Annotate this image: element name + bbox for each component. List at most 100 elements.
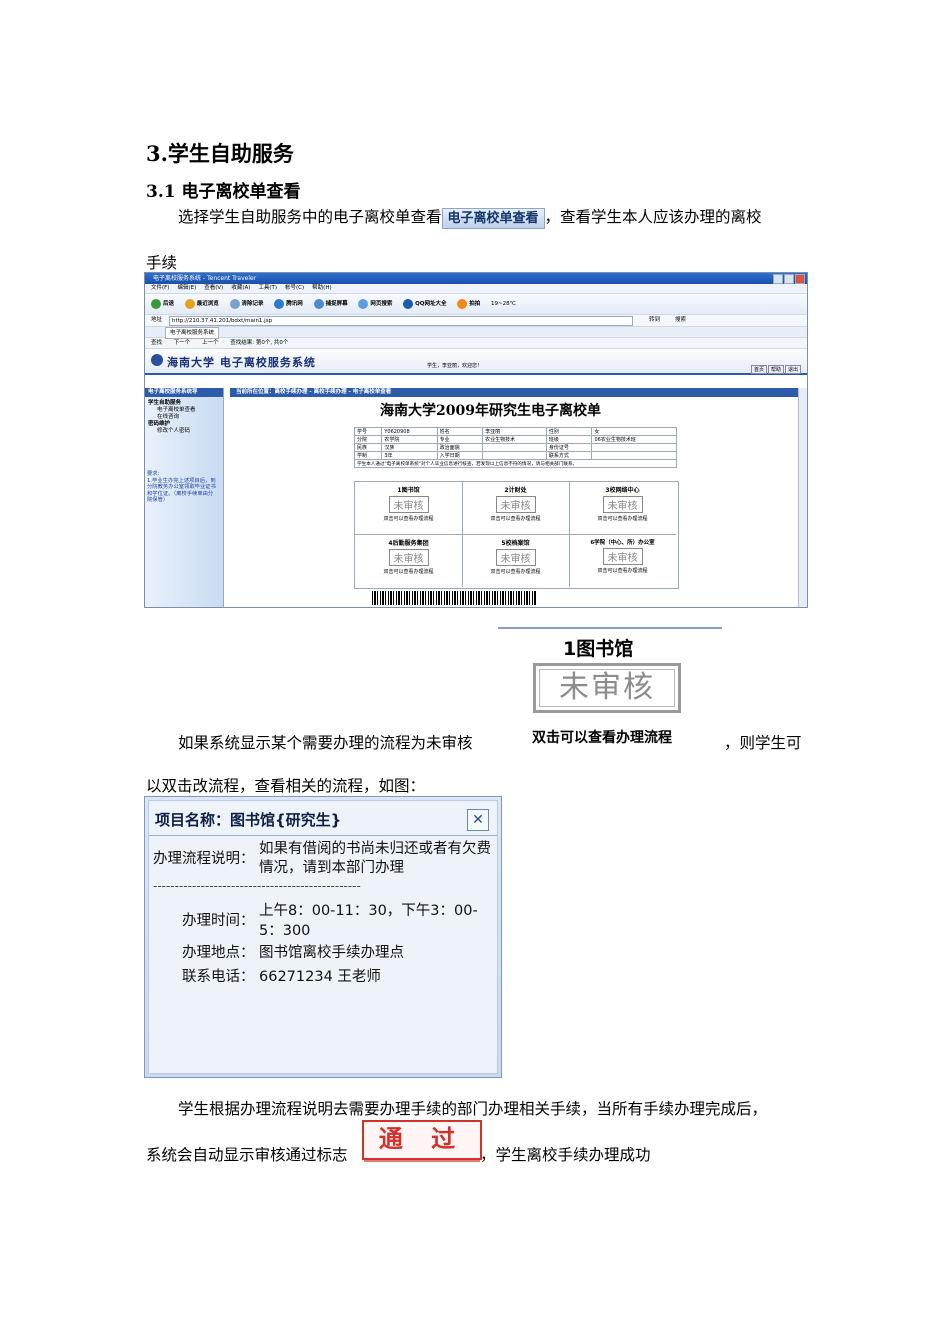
recent-button[interactable]: 最近浏览	[184, 298, 219, 309]
place-label: 办理地点：	[182, 945, 255, 961]
dept-cell-3[interactable]: 3校网络中心 未审核 双击可以查看办理流程	[569, 482, 676, 535]
dept-cell-4[interactable]: 4后勤服务集团 未审核 双击可以查看办理流程	[355, 535, 463, 587]
separator-line: ----------------------------------------…	[153, 879, 361, 893]
desc-label: 办理流程说明：	[153, 851, 255, 867]
site-nav: 首页 帮助 退出	[750, 365, 801, 374]
close-icon[interactable]	[795, 274, 805, 284]
find-label[interactable]: 查找	[151, 340, 162, 346]
table-row: 学制 3年 入学日期 联系方式	[353, 451, 677, 460]
dept-cell-2[interactable]: 2计财处 未审核 双击可以查看办理流程	[462, 482, 570, 535]
qq-site-button[interactable]: 腾讯网	[274, 298, 303, 309]
desc-line2: 情况，请到本部门办理	[259, 860, 404, 876]
menu-help[interactable]: 帮助(H)	[312, 285, 331, 291]
window-title: 电子离校服务系统 - Tencent Traveler	[153, 275, 257, 282]
site-name: 海南大学 电子离校服务系统	[167, 356, 316, 369]
find-prev-button[interactable]: 上一个	[202, 340, 219, 346]
para1-line1: 选择学生自助服务中的电子离校单查看 电子离校单查看 ，查看学生本人应该办理的离校	[178, 207, 762, 229]
time-label: 办理时间：	[182, 913, 255, 929]
back-arrow-icon	[151, 298, 161, 309]
sidebar-group-self-service[interactable]: 学生自助服务	[145, 400, 223, 407]
sidebar-item-eleave-view[interactable]: 电子离校单查看	[145, 407, 223, 414]
paipai-button[interactable]: 拍拍	[457, 298, 480, 309]
para1-text-after: ，查看学生本人应该办理的离校	[544, 208, 762, 226]
section-heading: 3.学生自助服务	[146, 141, 294, 166]
minimize-icon[interactable]	[773, 274, 783, 284]
find-bar: 查找 下一个 上一个 查找结果: 第0个, 共0个	[145, 338, 807, 349]
site-header: 海南大学 电子离校服务系统 学生，李亚丽，欢迎您！ 首页 帮助 退出	[145, 349, 807, 375]
para3-before: 系统会自动显示审核通过标志	[146, 1146, 348, 1164]
breadcrumb: 当前所在位置：离校手续办理 - 离校手续办理 - 电子离校单查看	[230, 388, 800, 397]
para2-line2: 以双击改流程，查看相关的流程，如图：	[146, 777, 426, 795]
sidebar-title: 电子离校服务系统导	[145, 388, 223, 397]
nav-help[interactable]: 帮助	[767, 365, 784, 374]
qq-icon	[274, 298, 285, 309]
sidebar-item-consult[interactable]: 在线咨询	[145, 414, 223, 421]
status-stamp: 未审核	[495, 496, 536, 513]
nav-logout[interactable]: 退出	[784, 365, 801, 374]
status-stamp: 未审核	[602, 548, 643, 565]
find-result: 查找结果: 第0个, 共0个	[230, 340, 289, 346]
unreviewed-stamp: 未审核	[533, 663, 681, 713]
close-icon[interactable]: ✕	[467, 809, 489, 831]
table-row: 学生本人通过"电子离校单系统"对个人毕业信息进行核查，若发现以上信息不符的情况，…	[354, 459, 677, 468]
status-stamp: 未审核	[388, 549, 429, 566]
tab-bar: 电子离校服务系统	[145, 327, 807, 339]
dept-cell-1[interactable]: 1图书馆 未审核 双击可以查看办理流程	[355, 482, 463, 535]
table-row: 学号 Y0620908 姓名 李亚丽 性别女	[353, 427, 677, 436]
form-title: 海南大学2009年研究生电子离校单	[380, 403, 601, 419]
para2-after: ，则学生可	[724, 734, 802, 752]
table-row: 分院 农学院 专业 农业生物技术 班级 06农业生物技术班	[353, 435, 677, 444]
dept-cell-5[interactable]: 5校档案馆 未审核 双击可以查看办理流程	[462, 535, 570, 587]
time-line2: 5：300	[259, 923, 311, 939]
back-button[interactable]: 后退	[151, 298, 174, 309]
find-next-button[interactable]: 下一个	[174, 340, 191, 346]
menu-account[interactable]: 帐号(C)	[285, 285, 304, 291]
window-titlebar: 电子离校服务系统 - Tencent Traveler	[145, 273, 807, 284]
address-label: 地址	[151, 317, 163, 323]
search-label[interactable]: 搜索	[675, 315, 686, 326]
url-directory-button[interactable]: QQ网址大全	[403, 298, 446, 309]
phone-value: 66271234 王老师	[259, 969, 381, 985]
browser-toolbar: 后退 最近浏览 清除记录 腾讯网 捕捉屏幕 网页搜索 QQ网址大全 拍拍 19~…	[145, 294, 807, 315]
divider	[498, 627, 722, 629]
library-note: 双击可以查看办理流程	[532, 730, 672, 746]
phone-label: 联系电话：	[182, 969, 255, 985]
maximize-icon[interactable]	[784, 274, 794, 284]
menu-bar: 文件(F) 编辑(E) 查看(V) 收藏(A) 工具(T) 帐号(C) 帮助(H)	[145, 284, 807, 294]
page-scrollbar[interactable]	[798, 388, 807, 607]
weather-widget[interactable]: 19~28℃	[491, 301, 516, 307]
nav-home[interactable]: 首页	[750, 365, 767, 374]
desc-line1: 如果有借阅的书尚未归还或者有欠费	[259, 841, 491, 857]
dept-cell-6[interactable]: 6学院（中心、所）办公室 未审核 双击可以查看办理流程	[569, 535, 676, 587]
web-search-button[interactable]: 网页搜索	[358, 298, 392, 309]
subsection-heading: 3.1 电子离校单查看	[146, 182, 301, 202]
status-stamp: 未审核	[388, 496, 429, 513]
time-line1: 上午8：00-11：30，下午3：00-	[259, 903, 478, 919]
sidebar-group-password[interactable]: 密码维护	[145, 421, 223, 428]
globe-icon	[403, 298, 414, 309]
student-info-table: 学号 Y0620908 姓名 李亚丽 性别女 分院 农学院 专业 农业生物技术 班级 06农业生物…	[353, 427, 677, 468]
approved-stamp: 通 过	[362, 1120, 482, 1162]
capture-button[interactable]: 捕捉屏幕	[313, 298, 348, 309]
clear-history-button[interactable]: 清除记录	[229, 298, 264, 309]
menu-tools[interactable]: 工具(T)	[258, 285, 277, 291]
menu-view[interactable]: 查看(V)	[204, 285, 223, 291]
divider	[149, 835, 497, 836]
menu-edit[interactable]: 编辑(E)	[177, 285, 196, 291]
sidebar-item-change-password[interactable]: 修改个人密码	[145, 428, 223, 435]
para2-before: 如果系统显示某个需要办理的流程为未审核	[178, 734, 473, 752]
address-bar: 地址 http://210.37.41.201/bdxt/main1.jsp 转…	[145, 315, 807, 327]
window-controls	[772, 274, 805, 288]
library-title: 1图书馆	[563, 638, 634, 660]
dialog-body: 项目名称：图书馆{研究生} ✕ 办理流程说明： 如果有借阅的书尚未归还或者有欠费…	[148, 800, 498, 1074]
para1-text-before: 选择学生自助服务中的电子离校单查看	[178, 208, 442, 226]
capture-icon	[313, 298, 324, 309]
go-button[interactable]: 转到	[649, 315, 660, 326]
browser-screenshot: 电子离校服务系统 - Tencent Traveler 文件(F) 编辑(E) 查看…	[144, 272, 808, 608]
menu-file[interactable]: 文件(F)	[151, 285, 169, 291]
menu-favorites[interactable]: 收藏(A)	[231, 285, 250, 291]
library-status-image: 1图书馆 未审核 双击可以查看办理流程	[498, 627, 722, 746]
address-input[interactable]: http://210.37.41.201/bdxt/main1.jsp	[169, 316, 633, 326]
para3-line1: 学生根据办理流程说明去需要办理手续的部门办理相关手续，当所有手续办理完成后，	[178, 1100, 768, 1118]
clear-icon	[229, 298, 240, 309]
